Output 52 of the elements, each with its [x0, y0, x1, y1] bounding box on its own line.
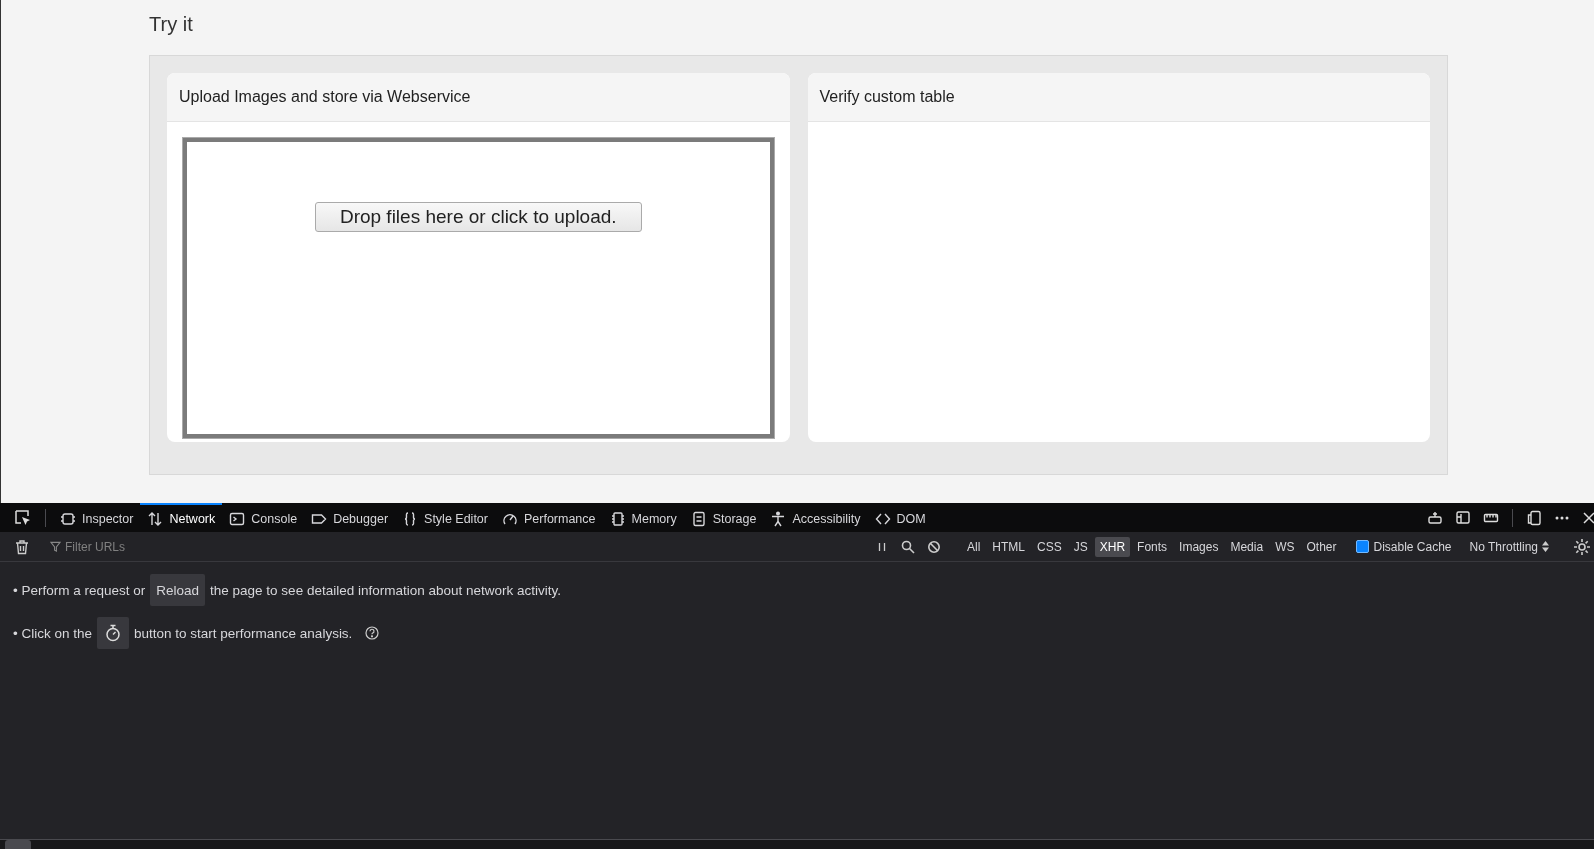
type-filter-button[interactable]: XHR: [1094, 536, 1131, 557]
type-filter-button[interactable]: WS: [1270, 536, 1300, 557]
drop-zone[interactable]: Drop files here or click to upload.: [183, 138, 774, 438]
dock-icon[interactable]: [1427, 509, 1443, 526]
devtools-tab[interactable]: Performance: [494, 503, 603, 532]
block-icon[interactable]: [927, 539, 941, 554]
devtools-tab[interactable]: Console: [222, 503, 305, 532]
type-filter-button[interactable]: All: [962, 536, 986, 557]
console-icon: [229, 510, 246, 527]
search-icon[interactable]: [901, 539, 915, 554]
responsive-design-icon[interactable]: [1526, 509, 1542, 526]
upload-button[interactable]: Drop files here or click to upload.: [314, 202, 642, 232]
box-icon: [60, 510, 76, 527]
devtools-tab[interactable]: Style Editor: [395, 503, 495, 532]
trash-icon[interactable]: [14, 538, 30, 555]
type-filter-button[interactable]: JS: [1068, 536, 1093, 557]
stopwatch-button[interactable]: [97, 617, 129, 649]
devtools-tab[interactable]: Inspector: [53, 503, 141, 532]
type-filter-button[interactable]: Fonts: [1132, 536, 1173, 557]
element-picker-icon[interactable]: [14, 508, 32, 527]
screenshot-icon[interactable]: [1455, 509, 1471, 526]
section-heading: Try it: [149, 13, 194, 37]
type-filter-button[interactable]: Other: [1301, 536, 1342, 557]
arrows-icon: [147, 510, 164, 527]
chip-icon: [609, 510, 626, 527]
help-icon[interactable]: [365, 626, 380, 640]
filter-field[interactable]: Filter URLs: [65, 539, 855, 554]
caret-icon: [1542, 541, 1549, 552]
close-icon[interactable]: [1582, 510, 1594, 525]
card-title: Upload Images and store via Webservice: [179, 88, 471, 106]
devtools-tab[interactable]: Memory: [602, 503, 684, 532]
type-filter-button[interactable]: CSS: [1032, 536, 1067, 557]
type-filter-button[interactable]: Media: [1225, 536, 1269, 557]
message-text: button to start performance analysis.: [134, 625, 353, 641]
settings-icon[interactable]: [1573, 537, 1591, 556]
stopwatch-icon: [105, 624, 121, 642]
devtools-tab[interactable]: Debugger: [304, 503, 396, 532]
person-icon: [770, 510, 787, 527]
throttling-dropdown[interactable]: No Throttling: [1465, 539, 1553, 554]
card-title: Verify custom table: [819, 88, 955, 106]
disable-cache-checkbox[interactable]: Disable Cache: [1356, 539, 1452, 554]
type-filter-button[interactable]: HTML: [987, 536, 1030, 557]
message-text: • Perform a request or: [13, 582, 146, 598]
devtools-tab[interactable]: Storage: [683, 503, 764, 532]
funnel-icon: [50, 541, 61, 552]
devtools-tab[interactable]: DOM: [867, 503, 933, 532]
type-filter-button[interactable]: Images: [1174, 536, 1224, 557]
storage-icon: [690, 510, 707, 527]
reload-button[interactable]: Reload: [150, 574, 206, 606]
devtools-tab[interactable]: Accessibility: [763, 503, 868, 532]
message-text: • Click on the: [13, 625, 92, 641]
message-text: the page to see detailed information about network activity.: [210, 582, 562, 598]
